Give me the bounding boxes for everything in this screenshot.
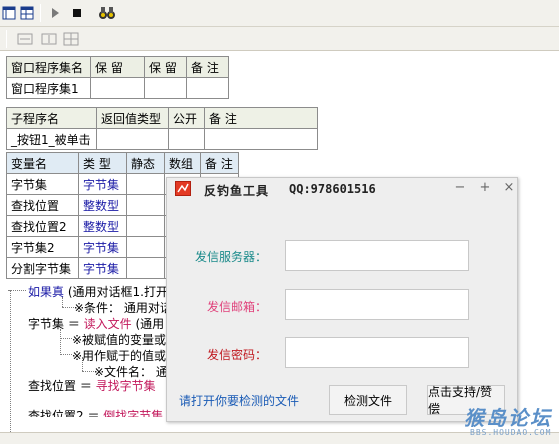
open-file-link[interactable]: 请打开你要检测的文件 xyxy=(179,392,299,409)
table-cell[interactable]: 字节集 xyxy=(78,257,127,279)
table-cell[interactable] xyxy=(126,257,165,279)
width-icon[interactable] xyxy=(16,30,34,48)
table-header: 子程序名 xyxy=(6,107,97,129)
function-name: 寻找字节集 xyxy=(95,379,156,393)
table-cell[interactable]: 字节集2 xyxy=(6,236,79,258)
table-cell[interactable]: 查找位置2 xyxy=(6,215,79,237)
table-header: 返回值类型 xyxy=(96,107,169,129)
table-header: 保 留 xyxy=(144,56,187,78)
table-cell[interactable]: _按钮1_被单击 xyxy=(6,128,97,150)
tree-line xyxy=(82,371,94,372)
code-text: 查找位置2 ＝ xyxy=(28,409,100,417)
dialog-qq: QQ:978601516 xyxy=(289,182,376,196)
code-line[interactable]: 查找位置 ＝ 寻找字节集 xyxy=(28,377,156,394)
server-input[interactable] xyxy=(285,240,469,271)
table-header: 静态 xyxy=(126,152,165,174)
assembly-table: 窗口程序集名 保 留 保 留 备 注 窗口程序集1 xyxy=(6,56,229,99)
tree-line xyxy=(60,329,61,355)
table-cell[interactable] xyxy=(96,128,169,150)
height-icon[interactable] xyxy=(40,30,58,48)
table-header: 类 型 xyxy=(78,152,127,174)
close-icon[interactable]: × xyxy=(502,181,516,195)
email-label: 发信邮箱： xyxy=(206,300,267,314)
table-cell[interactable]: 窗口程序集1 xyxy=(6,77,91,99)
table-cell[interactable] xyxy=(126,173,165,195)
code-comment[interactable]: ※用作赋于的值或 xyxy=(72,347,166,364)
subroutine-table: 子程序名 返回值类型 公开 备 注 _按钮1_被单击 xyxy=(6,107,318,150)
detect-file-button[interactable]: 检测文件 xyxy=(329,385,407,415)
watermark-sub: BBS.HOUDAO.COM xyxy=(470,428,552,437)
table-cell[interactable] xyxy=(126,194,165,216)
dialog-title: 反钓鱼工具 xyxy=(204,184,270,198)
keyword: 如果真 xyxy=(28,285,65,299)
server-label: 发信服务器： xyxy=(194,250,267,264)
code-comment[interactable]: ※条件： 通用对话 xyxy=(74,299,172,316)
function-name: 倒找字节集 xyxy=(103,409,164,417)
table-cell[interactable]: 整数型 xyxy=(78,194,127,216)
table-cell[interactable] xyxy=(126,215,165,237)
maximize-icon[interactable]: + xyxy=(478,181,492,195)
toolbar-separator xyxy=(6,30,7,48)
table-header: 窗口程序集名 xyxy=(6,56,91,78)
table-header: 备 注 xyxy=(204,107,318,129)
table-header: 数组 xyxy=(164,152,201,174)
binoculars-icon[interactable] xyxy=(98,4,116,22)
anti-phishing-dialog: 反钓鱼工具 QQ:978601516 − + × 发信服务器： 发信邮箱： 发信… xyxy=(166,177,518,422)
table-row[interactable]: _按钮1_被单击 xyxy=(6,128,318,150)
stop-icon[interactable] xyxy=(68,4,86,22)
table-cell[interactable] xyxy=(126,236,165,258)
app-logo-icon xyxy=(175,181,191,196)
code-text: (通用 xyxy=(135,317,165,331)
code-text: 查找位置 ＝ xyxy=(28,379,92,393)
table-icon[interactable] xyxy=(18,4,36,22)
tree-line xyxy=(62,307,74,308)
code-text: (通用对话框1.打开 xyxy=(67,285,168,299)
table-cell[interactable]: 整数型 xyxy=(78,215,127,237)
code-text: 字节集 ＝ xyxy=(28,317,80,331)
code-line[interactable]: 如果真 (通用对话框1.打开 xyxy=(28,283,168,300)
table-cell[interactable]: 字节集 xyxy=(78,236,127,258)
table-header: 保 留 xyxy=(90,56,145,78)
table-cell[interactable] xyxy=(168,128,205,150)
code-comment[interactable]: ※被赋值的变量或 xyxy=(72,331,166,348)
table-cell[interactable] xyxy=(144,77,187,99)
table-cell[interactable]: 字节集 xyxy=(6,173,79,195)
tree-line xyxy=(60,354,72,355)
minimize-icon[interactable]: − xyxy=(453,181,467,195)
code-line[interactable]: 字节集 ＝ 读入文件 (通用 xyxy=(28,315,164,332)
grid-icon[interactable] xyxy=(62,30,80,48)
table-cell[interactable]: 分割字节集 xyxy=(6,257,79,279)
main-toolbar xyxy=(0,0,559,27)
table-cell[interactable] xyxy=(186,77,229,99)
function-name: 读入文件 xyxy=(83,317,132,331)
tree-line xyxy=(10,290,11,440)
email-input[interactable] xyxy=(285,289,469,320)
table-header: 备 注 xyxy=(186,56,229,78)
code-line[interactable]: 查找位置2 ＝ 倒找字节集 xyxy=(28,407,163,417)
table-header: 公开 xyxy=(168,107,205,129)
dialog-titlebar[interactable]: 反钓鱼工具 QQ:978601516 − + × xyxy=(167,178,517,202)
layout-icon[interactable] xyxy=(0,4,18,22)
run-icon[interactable] xyxy=(46,4,64,22)
password-label: 发信密码： xyxy=(206,348,267,362)
toolbar-separator xyxy=(40,4,41,22)
table-header: 变量名 xyxy=(6,152,79,174)
password-input[interactable] xyxy=(285,337,469,368)
table-cell[interactable]: 查找位置 xyxy=(6,194,79,216)
tree-line xyxy=(60,338,72,339)
table-cell[interactable] xyxy=(90,77,145,99)
table-row[interactable]: 窗口程序集1 xyxy=(6,77,229,99)
table-cell[interactable]: 字节集 xyxy=(78,173,127,195)
table-cell[interactable] xyxy=(204,128,318,150)
format-toolbar xyxy=(0,27,559,51)
watermark-main: 猴岛论坛 xyxy=(464,406,552,430)
site-watermark: 猴岛论坛 BBS.HOUDAO.COM xyxy=(462,402,558,442)
table-header: 备 注 xyxy=(200,152,239,174)
